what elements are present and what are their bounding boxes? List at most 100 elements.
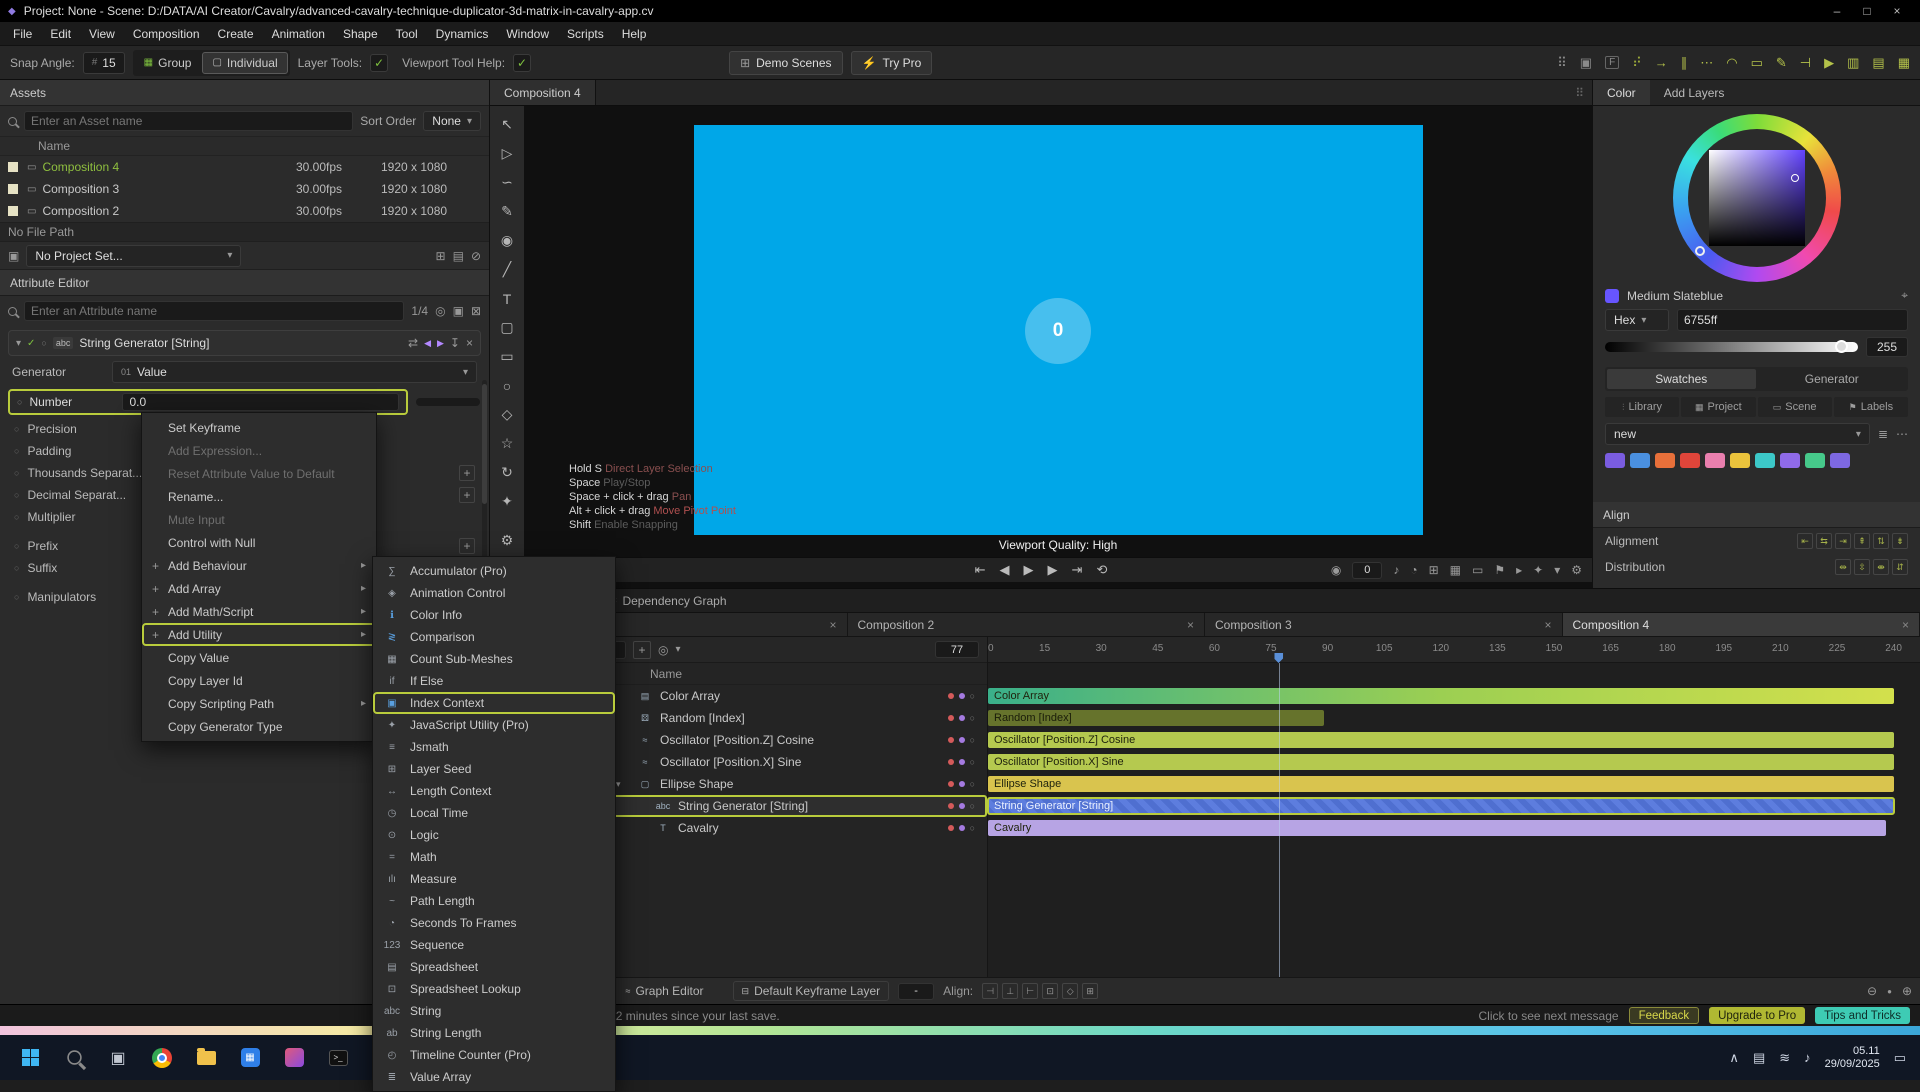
star-tool[interactable]: ☆ bbox=[494, 429, 520, 458]
rectangle-tool[interactable]: ▭ bbox=[494, 342, 520, 371]
sparkle-tool[interactable]: ✦ bbox=[494, 487, 520, 516]
individual-button[interactable]: ▢ Individual bbox=[202, 52, 287, 74]
swap-connections-icon[interactable]: ⇄ bbox=[408, 336, 418, 350]
driver-dot-icon[interactable] bbox=[959, 759, 965, 765]
eyedropper-icon[interactable]: ⌖ bbox=[1901, 288, 1908, 303]
menu-item[interactable]: Window bbox=[497, 27, 558, 41]
submenu-item[interactable]: ∑ Accumulator (Pro) bbox=[373, 560, 615, 582]
tab-swatches[interactable]: Swatches bbox=[1607, 369, 1756, 389]
attribute-search-input[interactable] bbox=[24, 301, 404, 321]
project-set-dropdown[interactable]: No Project Set... ▾ bbox=[26, 245, 241, 267]
folder-icon[interactable]: ▤ bbox=[453, 249, 464, 263]
color-wheel[interactable] bbox=[1673, 114, 1841, 282]
lasso-tool[interactable]: ∽ bbox=[494, 168, 520, 197]
play-button[interactable]: ▶ bbox=[1024, 562, 1034, 578]
align-left-icon[interactable]: ⇤ bbox=[1797, 533, 1813, 549]
asset-search-input[interactable] bbox=[24, 111, 353, 131]
frame-f-icon[interactable]: F bbox=[1605, 56, 1619, 69]
collapse-chevron-icon[interactable]: ▾ bbox=[16, 338, 21, 349]
panel-box-icon[interactable]: ▣ bbox=[1580, 55, 1592, 71]
keyframe-dot-icon[interactable] bbox=[948, 803, 954, 809]
region-icon[interactable]: ⚑ bbox=[1494, 563, 1505, 577]
keyframe-circle-icon[interactable]: ○ bbox=[14, 563, 19, 573]
solo-circle-icon[interactable]: ○ bbox=[41, 338, 46, 348]
polygon-tool[interactable]: ◇ bbox=[494, 400, 520, 429]
key-align-left-icon[interactable]: ⊣ bbox=[982, 983, 998, 999]
context-menu-item[interactable]: + Add Math/Script ▸ bbox=[142, 600, 376, 623]
next-node-icon[interactable]: ▶ bbox=[437, 338, 444, 349]
timeline-bar[interactable]: Color Array bbox=[988, 688, 1894, 704]
trash-icon[interactable]: ⊘ bbox=[471, 249, 481, 263]
submenu-item[interactable]: ◴ Timeline Counter (Pro) bbox=[373, 1044, 615, 1066]
timeline-bar[interactable]: Oscillator [Position.Z] Cosine bbox=[988, 732, 1894, 748]
quality-dropdown-icon[interactable]: ▾ bbox=[1554, 563, 1560, 577]
keyframe-dot-icon[interactable] bbox=[948, 693, 954, 699]
visibility-circle-icon[interactable]: ○ bbox=[970, 757, 975, 767]
keyframe-layer-dropdown[interactable]: ⊟Default Keyframe Layer bbox=[733, 981, 890, 1001]
task-view-icon[interactable]: ▣ bbox=[96, 1036, 140, 1080]
zoom-out-icon[interactable]: ⊖ bbox=[1867, 984, 1877, 998]
keyframe-dot-icon[interactable] bbox=[948, 737, 954, 743]
go-start-button[interactable]: ⇤ bbox=[975, 562, 986, 578]
terminal-icon[interactable]: >_ bbox=[316, 1036, 360, 1080]
tips-and-tricks-button[interactable]: Tips and Tricks bbox=[1815, 1007, 1910, 1024]
close-tab-icon[interactable]: × bbox=[829, 618, 836, 632]
dots-grid-icon[interactable]: ⠿ bbox=[1557, 55, 1567, 71]
keyframe-circle-icon[interactable]: ○ bbox=[14, 592, 19, 602]
enabled-check-icon[interactable]: ✓ bbox=[27, 338, 35, 349]
tab-add-layers[interactable]: Add Layers bbox=[1650, 80, 1739, 105]
tab-generator[interactable]: Generator bbox=[1758, 369, 1907, 389]
rows-icon[interactable]: ▤ bbox=[1872, 55, 1884, 71]
submenu-item[interactable]: if If Else bbox=[373, 670, 615, 692]
color-swatch[interactable] bbox=[1705, 453, 1725, 468]
align-right-icon[interactable]: ⇥ bbox=[1835, 533, 1851, 549]
context-menu-item[interactable]: + Control with Null ▸ bbox=[142, 531, 376, 554]
snap-angle-field[interactable]: #15 bbox=[83, 52, 125, 74]
new-folder-icon[interactable]: ⊞ bbox=[436, 249, 446, 263]
layer-tools-checkbox[interactable]: ✓ bbox=[370, 54, 388, 72]
ruler-icon[interactable]: ▭ bbox=[1751, 55, 1763, 71]
snap-dots-icon[interactable]: ⋯ bbox=[1700, 55, 1713, 71]
asset-row[interactable]: ▭ Composition 2 30.00fps 1920 x 1080 bbox=[0, 200, 489, 222]
proxy-icon[interactable]: ◔ bbox=[1410, 563, 1417, 577]
submenu-item[interactable]: ≣ Value Array bbox=[373, 1066, 615, 1088]
key-diamond-icon[interactable]: ◇ bbox=[1062, 983, 1078, 999]
taskbar-search-icon[interactable] bbox=[52, 1036, 96, 1080]
timeline-bar[interactable]: Oscillator [Position.X] Sine bbox=[988, 754, 1894, 770]
pin-icon[interactable]: ↧ bbox=[450, 336, 460, 350]
context-menu-item[interactable]: + Reset Attribute Value to Default ▸ bbox=[142, 462, 376, 485]
distribute-gap-h-icon[interactable]: ⇼ bbox=[1873, 559, 1889, 575]
key-align-right-icon[interactable]: ⊢ bbox=[1022, 983, 1038, 999]
driver-dot-icon[interactable] bbox=[959, 781, 965, 787]
driver-dot-icon[interactable] bbox=[959, 803, 965, 809]
node-header[interactable]: ▾ ✓ ○ abc String Generator [String] ⇄ ◀ … bbox=[8, 330, 481, 356]
color-swatch[interactable] bbox=[1805, 453, 1825, 468]
alpha-handle[interactable] bbox=[1835, 340, 1848, 353]
menu-item[interactable]: File bbox=[4, 27, 41, 41]
frame-tool[interactable]: ▢ bbox=[494, 313, 520, 342]
columns-icon[interactable]: ▥ bbox=[1847, 55, 1859, 71]
menu-item[interactable]: Help bbox=[613, 27, 656, 41]
hex-mode-dropdown[interactable]: Hex▾ bbox=[1605, 309, 1669, 331]
pin-panel-icon[interactable]: ▣ bbox=[453, 304, 464, 318]
minimize-button[interactable]: – bbox=[1822, 4, 1852, 18]
keyframe-circle-icon[interactable]: ○ bbox=[17, 397, 22, 407]
creative-app-icon[interactable] bbox=[272, 1036, 316, 1080]
add-layer-button[interactable]: + bbox=[633, 641, 651, 659]
submenu-item[interactable]: ◈ Animation Control bbox=[373, 582, 615, 604]
visibility-circle-icon[interactable]: ○ bbox=[970, 691, 975, 701]
composition-tab[interactable]: Composition 2 × bbox=[848, 613, 1206, 636]
effects-icon[interactable]: ✦ bbox=[1533, 563, 1543, 577]
menu-item[interactable]: Edit bbox=[41, 27, 80, 41]
number-value-field[interactable]: 0.0 bbox=[122, 393, 399, 411]
play-align-icon[interactable]: ▶ bbox=[1824, 55, 1834, 71]
color-swatch[interactable] bbox=[1630, 453, 1650, 468]
timeline-ruler[interactable]: 0153045607590105120135150165180195210225… bbox=[988, 637, 1920, 663]
fit-view-icon[interactable]: ▭ bbox=[1472, 563, 1483, 577]
color-swatch[interactable] bbox=[1680, 453, 1700, 468]
visibility-circle-icon[interactable]: ○ bbox=[970, 779, 975, 789]
menu-item[interactable]: Animation bbox=[263, 27, 334, 41]
tray-meter-icon[interactable]: ▤ bbox=[1753, 1050, 1765, 1066]
keyframe-circle-icon[interactable]: ○ bbox=[14, 446, 19, 456]
submenu-item[interactable]: ılı Measure bbox=[373, 868, 615, 890]
